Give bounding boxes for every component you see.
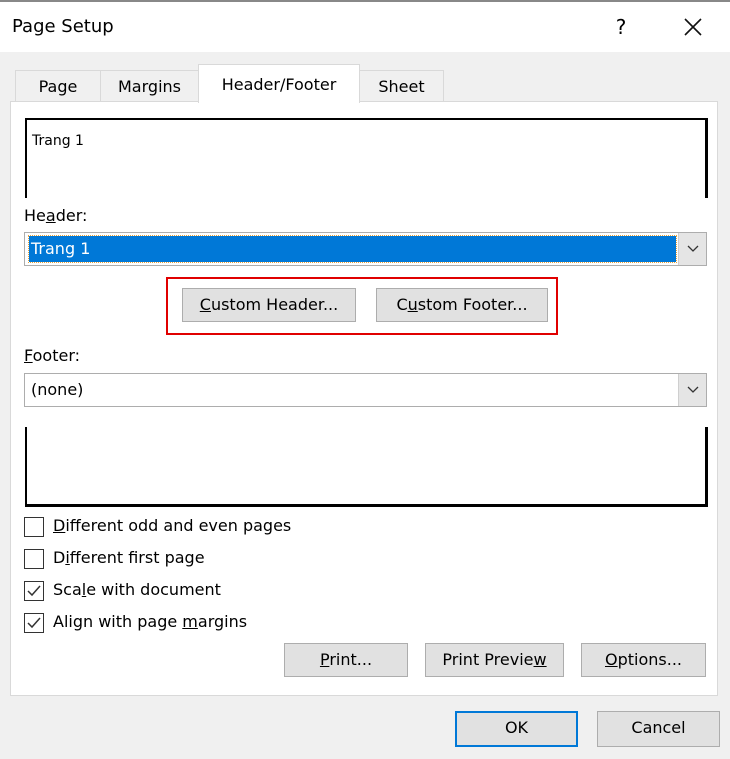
print-button[interactable]: Print... — [284, 643, 408, 677]
custom-footer-button[interactable]: Custom Footer... — [376, 288, 548, 322]
checkmark-icon — [27, 617, 41, 629]
header-dropdown-button[interactable] — [678, 233, 706, 265]
footer-preview — [25, 427, 708, 507]
header-label-text-end: der: — [55, 206, 88, 225]
close-icon — [684, 18, 702, 36]
header-select-value: Trang 1 — [28, 235, 677, 263]
checkbox-box[interactable] — [24, 613, 44, 633]
tab-margins[interactable]: Margins — [100, 70, 199, 102]
header-select[interactable]: Trang 1 — [24, 232, 707, 266]
title-bar: Page Setup ? — [0, 2, 730, 52]
cancel-button[interactable]: Cancel — [597, 711, 720, 747]
custom-footer-accel: u — [407, 295, 418, 314]
header-footer-panel: Trang 1 Header: Trang 1 Custom Header...… — [10, 101, 718, 696]
footer-select-value: (none) — [31, 380, 84, 399]
footer-dropdown-button[interactable] — [678, 374, 706, 406]
tab-header-footer[interactable]: Header/Footer — [198, 64, 360, 103]
header-preview-text: Trang 1 — [32, 133, 84, 149]
checkmark-icon — [27, 585, 41, 597]
checkbox-different-first-page[interactable]: Different first page — [24, 548, 324, 570]
custom-footer-label-start: C — [396, 295, 408, 314]
header-label: Header: — [24, 206, 87, 225]
checkbox-box[interactable] — [24, 517, 44, 537]
header-label-text: He — [24, 206, 46, 225]
footer-select[interactable]: (none) — [24, 373, 707, 407]
custom-header-accel: C — [199, 295, 211, 314]
checkbox-label: Align with page margins — [53, 612, 248, 631]
chevron-down-icon — [687, 245, 699, 252]
checkbox-label: Different odd and even pages — [53, 516, 292, 535]
custom-header-label: ustom Header... — [210, 295, 339, 314]
dialog-title: Page Setup — [12, 16, 114, 37]
checkbox-align-with-margins[interactable]: Align with page margins — [24, 612, 324, 634]
options-button[interactable]: Options... — [581, 643, 706, 677]
checkbox-box[interactable] — [24, 549, 44, 569]
header-preview: Trang 1 — [25, 118, 708, 198]
print-preview-button[interactable]: Print Preview — [425, 643, 564, 677]
checkbox-label: Scale with document — [53, 580, 221, 599]
footer-label: Footer: — [24, 346, 80, 365]
checkbox-label: Different first page — [53, 548, 205, 567]
checkbox-different-odd-even[interactable]: Different odd and even pages — [24, 516, 324, 538]
custom-header-button[interactable]: Custom Header... — [182, 288, 356, 322]
custom-footer-label: stom Footer... — [417, 295, 528, 314]
footer-label-text: ooter: — [32, 346, 81, 365]
header-label-accel: a — [45, 206, 56, 225]
ok-button[interactable]: OK — [455, 711, 578, 747]
chevron-down-icon — [687, 386, 699, 393]
tab-page[interactable]: Page — [15, 70, 101, 102]
close-button[interactable] — [675, 10, 711, 44]
tab-sheet[interactable]: Sheet — [359, 70, 444, 102]
checkbox-box[interactable] — [24, 581, 44, 601]
help-button[interactable]: ? — [606, 12, 636, 42]
footer-label-accel: F — [24, 346, 33, 365]
checkbox-scale-with-document[interactable]: Scale with document — [24, 580, 324, 602]
